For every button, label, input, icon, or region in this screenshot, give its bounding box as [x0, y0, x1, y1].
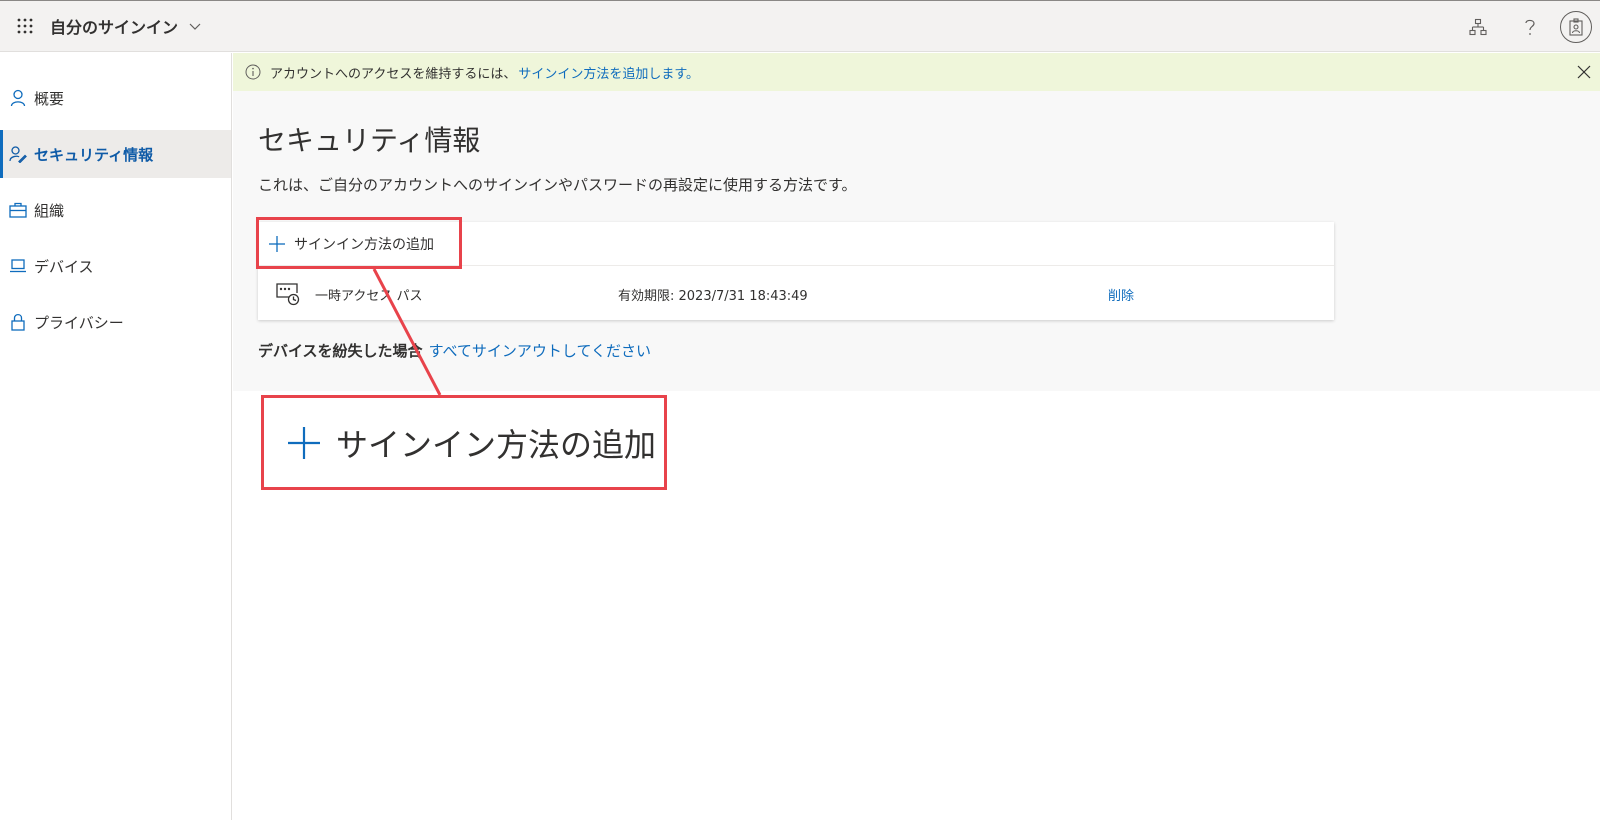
app-launcher-button[interactable]: [0, 0, 50, 52]
lost-device-row: デバイスを紛失した場合 すべてサインアウトしてください: [258, 340, 651, 361]
sidebar-item-label: 概要: [34, 89, 65, 108]
info-icon: [245, 64, 261, 80]
laptop-icon: [9, 257, 27, 275]
temporary-access-pass-icon: [276, 283, 300, 306]
method-row: 一時アクセス パス 有効期限: 2023/7/31 18:43:49 削除: [258, 266, 1334, 320]
badge-icon: [1569, 18, 1583, 36]
sidebar-item-label: セキュリティ情報: [34, 145, 154, 164]
zoomed-callout-label: サインイン方法の追加: [336, 425, 657, 464]
delete-method-link[interactable]: 削除: [1108, 285, 1134, 304]
lost-device-label: デバイスを紛失した場合: [258, 342, 423, 360]
banner-add-method-link[interactable]: サインイン方法を追加します。: [518, 63, 699, 82]
question-mark-icon: [1525, 19, 1535, 35]
sidebar-item-label: デバイス: [34, 257, 94, 276]
person-icon: [9, 89, 27, 107]
briefcase-icon: [9, 201, 27, 219]
zoomed-callout: サインイン方法の追加: [261, 395, 667, 490]
plus-icon: [288, 426, 320, 459]
page-description: これは、ご自分のアカウントへのサインインやパスワードの再設定に使用する方法です。: [258, 176, 857, 194]
account-avatar-button[interactable]: [1560, 11, 1592, 43]
help-button[interactable]: [1504, 1, 1556, 53]
sign-out-everywhere-link[interactable]: すべてサインアウトしてください: [429, 342, 651, 360]
app-title: 自分のサインイン: [50, 18, 179, 37]
banner-text: アカウントへのアクセスを維持するには、: [270, 66, 517, 82]
sidebar-item-overview[interactable]: 概要: [0, 74, 231, 122]
close-icon[interactable]: [1576, 64, 1592, 80]
lock-icon: [9, 313, 27, 331]
org-chart-button[interactable]: [1452, 1, 1504, 53]
top-bar: 自分のサインイン: [0, 0, 1600, 52]
sidebar-item-devices[interactable]: デバイス: [0, 242, 231, 290]
security-info-icon: [9, 145, 27, 163]
method-name: 一時アクセス パス: [315, 289, 423, 304]
info-banner: アカウントへのアクセスを維持するには、 サインイン方法を追加します。: [233, 53, 1600, 91]
chevron-down-icon: [189, 23, 201, 30]
highlight-box: [256, 217, 462, 269]
org-chart-icon: [1469, 18, 1487, 36]
top-right-actions: [1452, 1, 1600, 53]
sidebar-item-label: プライバシー: [34, 313, 124, 332]
page-title: セキュリティ情報: [258, 124, 481, 157]
method-expiry: 有効期限: 2023/7/31 18:43:49: [618, 289, 808, 304]
sidebar-item-label: 組織: [34, 201, 65, 220]
waffle-icon: [17, 18, 33, 34]
sidebar-item-security-info[interactable]: セキュリティ情報: [0, 130, 231, 178]
app-title-dropdown[interactable]: 自分のサインイン: [50, 14, 202, 38]
sidebar-item-organization[interactable]: 組織: [0, 186, 231, 234]
sidebar-item-privacy[interactable]: プライバシー: [0, 298, 231, 346]
sidebar-nav: 概要 セキュリティ情報 組織 デバイス プライバシー: [0, 53, 232, 820]
